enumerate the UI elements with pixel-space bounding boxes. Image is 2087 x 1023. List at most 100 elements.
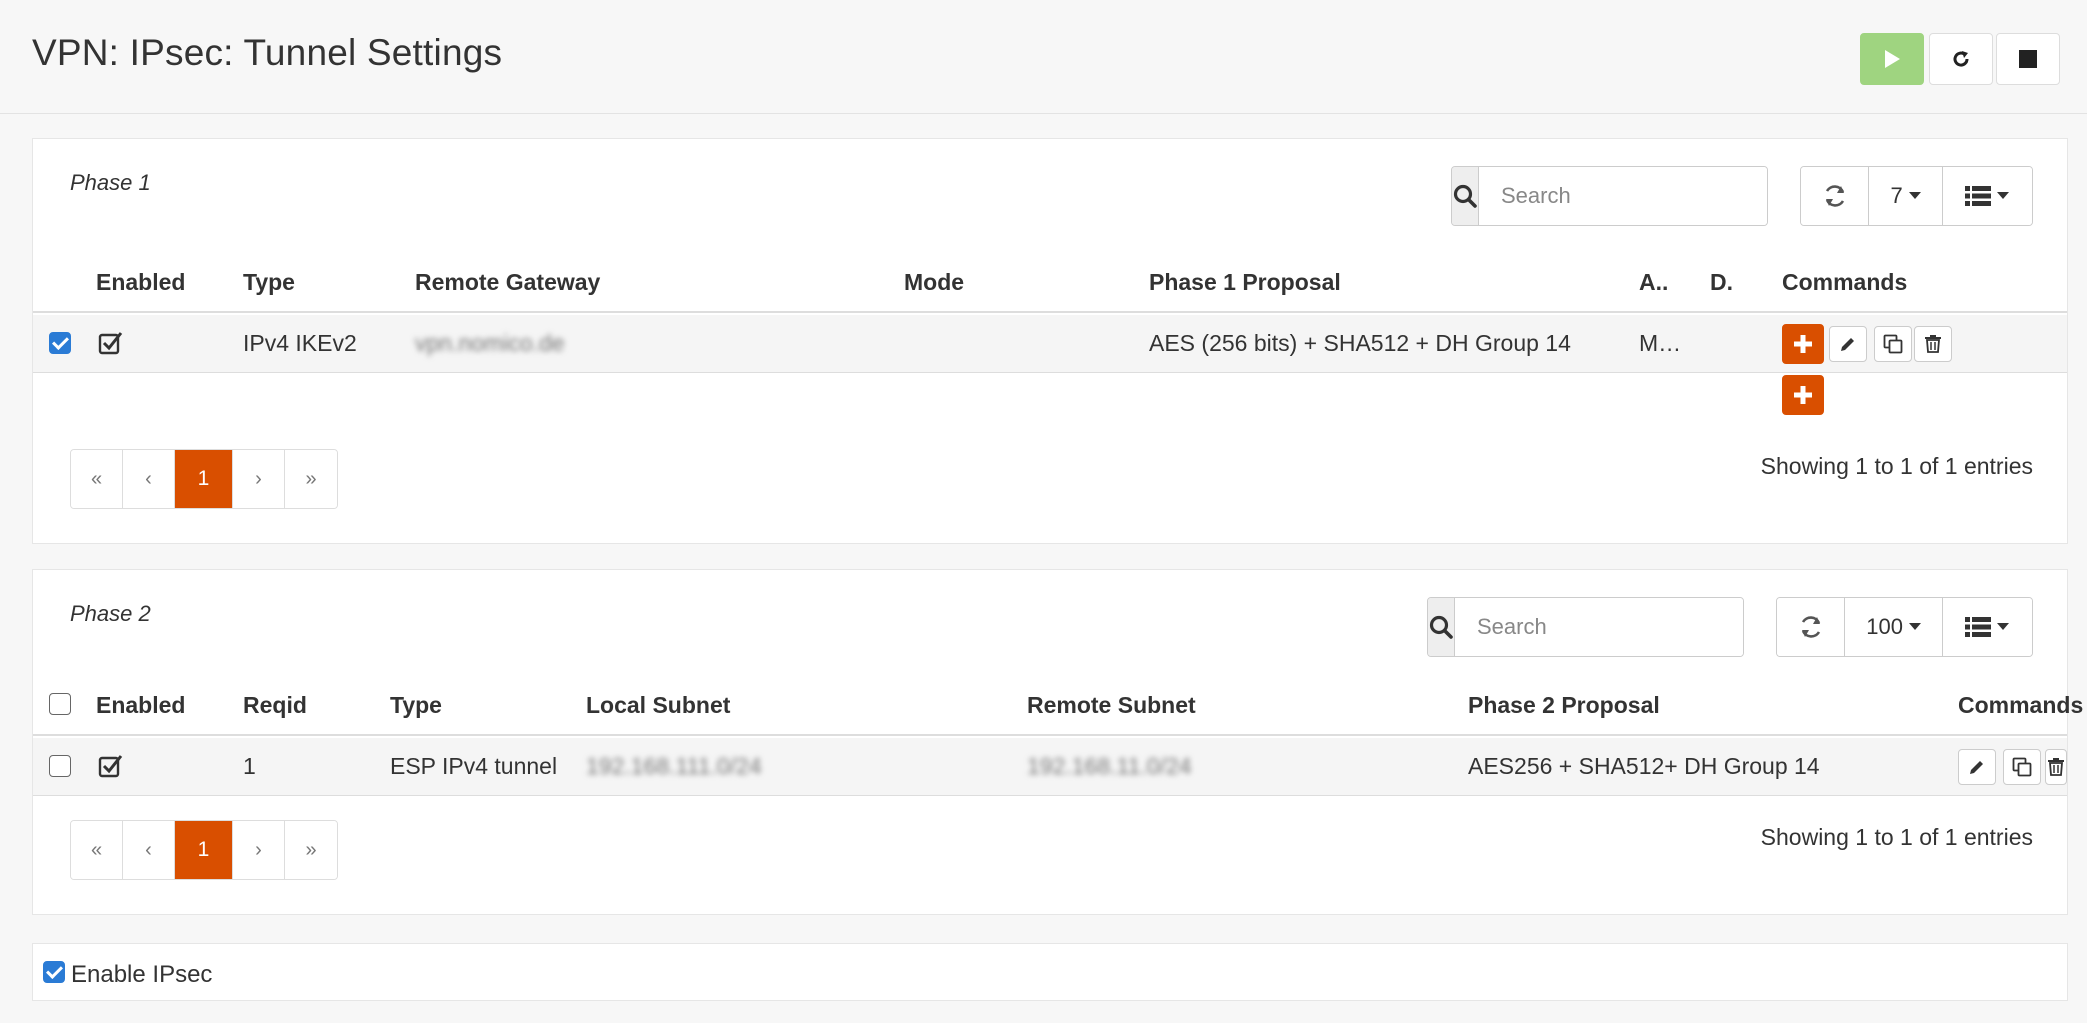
page-next-button[interactable]: ›	[233, 821, 285, 879]
phase1-refresh-button[interactable]	[1801, 167, 1870, 225]
add-phase2-button[interactable]	[1782, 324, 1824, 364]
phase1-pagination: « ‹ 1 › »	[70, 449, 338, 509]
clone-button[interactable]	[1874, 326, 1912, 362]
caret-down-icon	[1997, 623, 2010, 630]
phase1-grid-tools: 7	[1800, 166, 2033, 226]
table-row[interactable]: IPv4 IKEv2 vpn.nomico.de AES (256 bits) …	[33, 315, 2067, 373]
add-phase1-button[interactable]	[1782, 375, 1824, 415]
caret-down-icon	[1908, 623, 1921, 630]
row-type: ESP IPv4 tunnel	[390, 753, 558, 779]
trash-icon	[2048, 758, 2064, 776]
col-enabled[interactable]: Enabled	[96, 692, 185, 719]
enabled-check-icon	[98, 332, 123, 355]
enable-ipsec-label[interactable]: Enable IPsec	[71, 961, 212, 989]
col-d[interactable]: D.	[1710, 269, 1733, 296]
stop-icon	[2019, 50, 2037, 68]
phase2-search	[1427, 597, 1744, 657]
pencil-icon	[1841, 338, 1854, 351]
refresh-icon	[1801, 616, 1820, 638]
page-prev-button[interactable]: ‹	[123, 821, 175, 879]
phase2-panel: Phase 2 100 Enabled Reqid Type Local Sub…	[32, 569, 2083, 915]
col-reqid[interactable]: Reqid	[243, 692, 307, 719]
col-phase2-proposal[interactable]: Phase 2 Proposal	[1468, 692, 1660, 719]
list-icon	[1965, 617, 1992, 637]
phase1-page-size-dropdown[interactable]: 7	[1869, 167, 1943, 225]
search-icon	[1452, 167, 1479, 225]
clone-button[interactable]	[2003, 749, 2041, 785]
enable-ipsec-checkbox[interactable]	[43, 961, 65, 983]
refresh-icon	[1825, 185, 1844, 207]
select-all-checkbox[interactable]	[49, 693, 71, 715]
phase2-search-input[interactable]	[1455, 598, 1743, 656]
phase1-title: Phase 1	[70, 170, 151, 195]
plus-icon	[1794, 335, 1812, 353]
table-row[interactable]: 1 ESP IPv4 tunnel 192.168.111.0/24 192.1…	[33, 738, 2067, 796]
page-size-value: 7	[1890, 183, 1903, 208]
row-select-checkbox[interactable]	[49, 755, 71, 777]
delete-button[interactable]	[2045, 749, 2067, 785]
phase2-title: Phase 2	[70, 601, 151, 626]
page-current-button[interactable]: 1	[175, 821, 233, 879]
row-local-subnet: 192.168.111.0/24	[586, 753, 762, 779]
col-type[interactable]: Type	[243, 269, 295, 296]
caret-down-icon	[1908, 192, 1921, 199]
copy-icon	[1883, 334, 1903, 354]
page-last-button[interactable]: »	[285, 821, 337, 879]
page-size-value: 100	[1866, 614, 1903, 639]
page-next-button[interactable]: ›	[233, 450, 285, 508]
row-proposal: AES256 + SHA512+ DH Group 14	[1468, 753, 1820, 779]
page-first-button[interactable]: «	[71, 450, 123, 508]
row-select-checkbox[interactable]	[49, 332, 71, 354]
col-commands: Commands	[1958, 692, 2084, 718]
page-last-button[interactable]: »	[285, 450, 337, 508]
trash-icon	[1925, 335, 1941, 353]
plus-icon	[1794, 386, 1812, 404]
play-icon	[1885, 50, 1900, 68]
phase1-table-header: Enabled Type Remote Gateway Mode Phase 1…	[33, 253, 2067, 313]
copy-icon	[2012, 757, 2032, 777]
phase1-search-input[interactable]	[1479, 167, 1767, 225]
phase2-grid-tools: 100	[1776, 597, 2033, 657]
enabled-check-icon	[98, 755, 123, 778]
list-icon	[1965, 186, 1992, 206]
row-remote-gateway: vpn.nomico.de	[415, 330, 565, 356]
row-remote-subnet: 192.168.11.0/24	[1027, 753, 1192, 779]
row-reqid: 1	[243, 753, 256, 779]
col-a[interactable]: A..	[1639, 269, 1668, 296]
enable-ipsec-panel: Enable IPsec	[32, 943, 2068, 1001]
row-proposal: AES (256 bits) + SHA512 + DH Group 14	[1149, 330, 1571, 356]
restart-icon	[1953, 51, 1969, 67]
col-remote-subnet[interactable]: Remote Subnet	[1027, 692, 1196, 719]
page-current-button[interactable]: 1	[175, 450, 233, 508]
col-enabled[interactable]: Enabled	[96, 269, 185, 296]
phase2-entries-info: Showing 1 to 1 of 1 entries	[1760, 824, 2033, 850]
phase1-panel: Phase 1 7 Enabled Type Remote Gateway Mo…	[32, 138, 2068, 544]
delete-button[interactable]	[1914, 326, 1952, 362]
phase2-pagination: « ‹ 1 › »	[70, 820, 338, 880]
edit-button[interactable]	[1829, 326, 1867, 362]
col-commands: Commands	[1782, 269, 1908, 295]
page-title: VPN: IPsec: Tunnel Settings	[32, 32, 503, 73]
edit-button[interactable]	[1958, 749, 1996, 785]
phase1-columns-dropdown[interactable]	[1942, 167, 2032, 225]
col-local-subnet[interactable]: Local Subnet	[586, 692, 730, 719]
restart-service-button[interactable]	[1929, 33, 1993, 85]
caret-down-icon	[1997, 192, 2010, 199]
page-first-button[interactable]: «	[71, 821, 123, 879]
search-icon	[1428, 598, 1455, 656]
page-header: VPN: IPsec: Tunnel Settings	[0, 0, 2087, 114]
phase2-page-size-dropdown[interactable]: 100	[1845, 598, 1943, 656]
phase1-search	[1451, 166, 1768, 226]
phase2-table-header: Enabled Reqid Type Local Subnet Remote S…	[33, 676, 2083, 736]
phase2-columns-dropdown[interactable]	[1942, 598, 2032, 656]
phase1-entries-info: Showing 1 to 1 of 1 entries	[1760, 453, 2033, 479]
phase2-refresh-button[interactable]	[1777, 598, 1846, 656]
start-service-button[interactable]	[1860, 33, 1924, 85]
page-prev-button[interactable]: ‹	[123, 450, 175, 508]
col-mode[interactable]: Mode	[904, 269, 964, 296]
col-phase1-proposal[interactable]: Phase 1 Proposal	[1149, 269, 1341, 296]
col-type[interactable]: Type	[390, 692, 442, 719]
stop-service-button[interactable]	[1996, 33, 2060, 85]
col-remote-gateway[interactable]: Remote Gateway	[415, 269, 600, 296]
row-a: M…	[1639, 330, 1682, 356]
